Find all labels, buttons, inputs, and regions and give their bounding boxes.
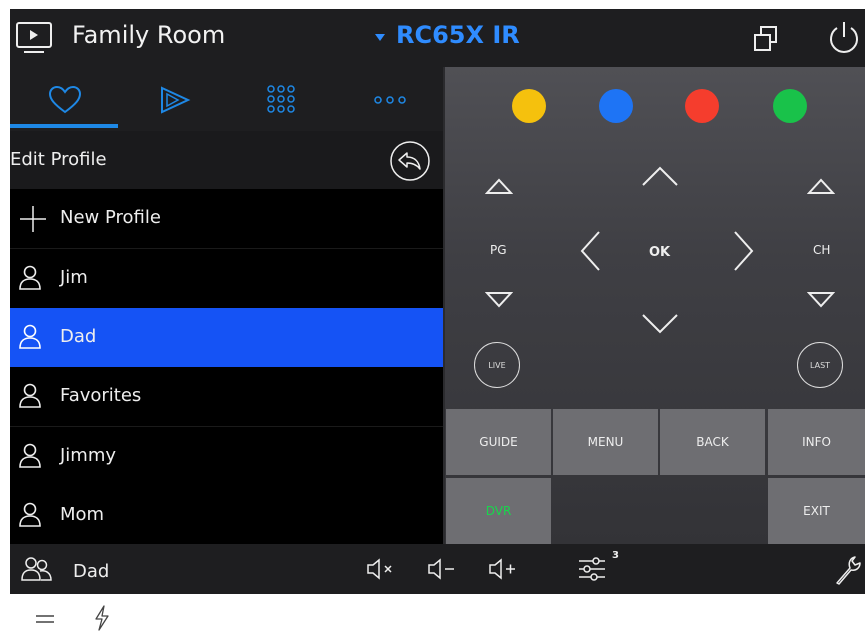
up-arrow-icon[interactable]	[641, 165, 679, 187]
page-up-icon[interactable]	[485, 177, 513, 195]
lightning-icon[interactable]	[92, 604, 112, 632]
dvr-button[interactable]: DVR	[446, 478, 551, 544]
page-down-icon[interactable]	[485, 291, 513, 309]
menu-button[interactable]: MENU	[553, 409, 658, 475]
device-title[interactable]: RC65X IR	[396, 21, 520, 49]
menu-lines-icon[interactable]	[34, 612, 56, 626]
edit-profile-label[interactable]: Edit Profile	[10, 149, 107, 170]
bottom-bar: Dad 3	[10, 544, 865, 594]
back-button[interactable]: BACK	[660, 409, 765, 475]
remote-app-window: Family Room RC65X IR Edit Profile New Pr…	[10, 9, 865, 594]
profile-label: Favorites	[60, 385, 142, 406]
profile-label: Mom	[60, 504, 105, 525]
caret-down-icon[interactable]	[374, 33, 386, 43]
back-share-icon[interactable]	[387, 139, 433, 183]
profile-label: Jimmy	[60, 445, 117, 466]
mute-icon[interactable]	[365, 558, 399, 580]
ch-label: CH	[813, 243, 831, 257]
blue-button[interactable]	[599, 89, 633, 123]
top-bar: Family Room RC65X IR	[10, 9, 865, 67]
keypad-grid-icon[interactable]	[264, 83, 298, 117]
new-profile-label: New Profile	[60, 207, 161, 228]
yellow-button[interactable]	[512, 89, 546, 123]
ok-button[interactable]: OK	[649, 245, 670, 260]
left-arrow-icon[interactable]	[579, 230, 601, 272]
guide-button[interactable]: GUIDE	[446, 409, 551, 475]
info-button[interactable]: INFO	[768, 409, 865, 475]
more-dots-icon[interactable]	[372, 95, 408, 105]
profile-header: Edit Profile	[10, 131, 443, 189]
profile-item-favorites[interactable]: Favorites	[10, 367, 443, 427]
play-icon[interactable]	[158, 85, 192, 115]
multi-window-icon[interactable]	[752, 25, 780, 53]
heart-icon[interactable]	[48, 85, 82, 115]
new-profile-row[interactable]: New Profile	[10, 189, 443, 249]
person-icon	[19, 502, 41, 527]
adjust-badge: 3	[612, 550, 619, 561]
last-button[interactable]: LAST	[797, 342, 843, 388]
remote-panel: PG OK CH LIVE LAST GUIDE MENU BACK INFO …	[445, 67, 865, 544]
power-icon[interactable]	[826, 19, 862, 57]
profile-item-jim[interactable]: Jim	[10, 249, 443, 309]
wrench-icon[interactable]	[834, 554, 864, 586]
green-button[interactable]	[773, 89, 807, 123]
right-arrow-icon[interactable]	[733, 230, 755, 272]
tab-bar	[10, 67, 443, 131]
footer-bar	[0, 594, 865, 639]
pg-label: PG	[490, 243, 507, 257]
profile-label: Dad	[60, 326, 97, 347]
volume-down-icon[interactable]	[426, 558, 460, 580]
adjust-sliders-icon[interactable]	[577, 554, 607, 584]
profile-item-jimmy[interactable]: Jimmy	[10, 427, 443, 487]
plus-icon	[20, 206, 46, 232]
active-profile-name[interactable]: Dad	[73, 561, 109, 582]
person-icon	[19, 324, 41, 349]
tv-icon[interactable]	[15, 21, 59, 57]
down-arrow-icon[interactable]	[641, 313, 679, 335]
exit-button[interactable]: EXIT	[768, 478, 865, 544]
profile-item-dad[interactable]: Dad	[10, 308, 443, 368]
volume-up-icon[interactable]	[487, 558, 521, 580]
tab-active-indicator	[10, 124, 118, 128]
profile-item-mom[interactable]: Mom	[10, 486, 443, 545]
person-icon	[19, 443, 41, 468]
profile-label: Jim	[60, 267, 88, 288]
channel-up-icon[interactable]	[807, 177, 835, 195]
live-button[interactable]: LIVE	[474, 342, 520, 388]
profiles-people-icon[interactable]	[20, 556, 54, 582]
room-title[interactable]: Family Room	[72, 21, 225, 49]
person-icon	[19, 265, 41, 290]
channel-down-icon[interactable]	[807, 291, 835, 309]
red-button[interactable]	[685, 89, 719, 123]
person-icon	[19, 383, 41, 408]
